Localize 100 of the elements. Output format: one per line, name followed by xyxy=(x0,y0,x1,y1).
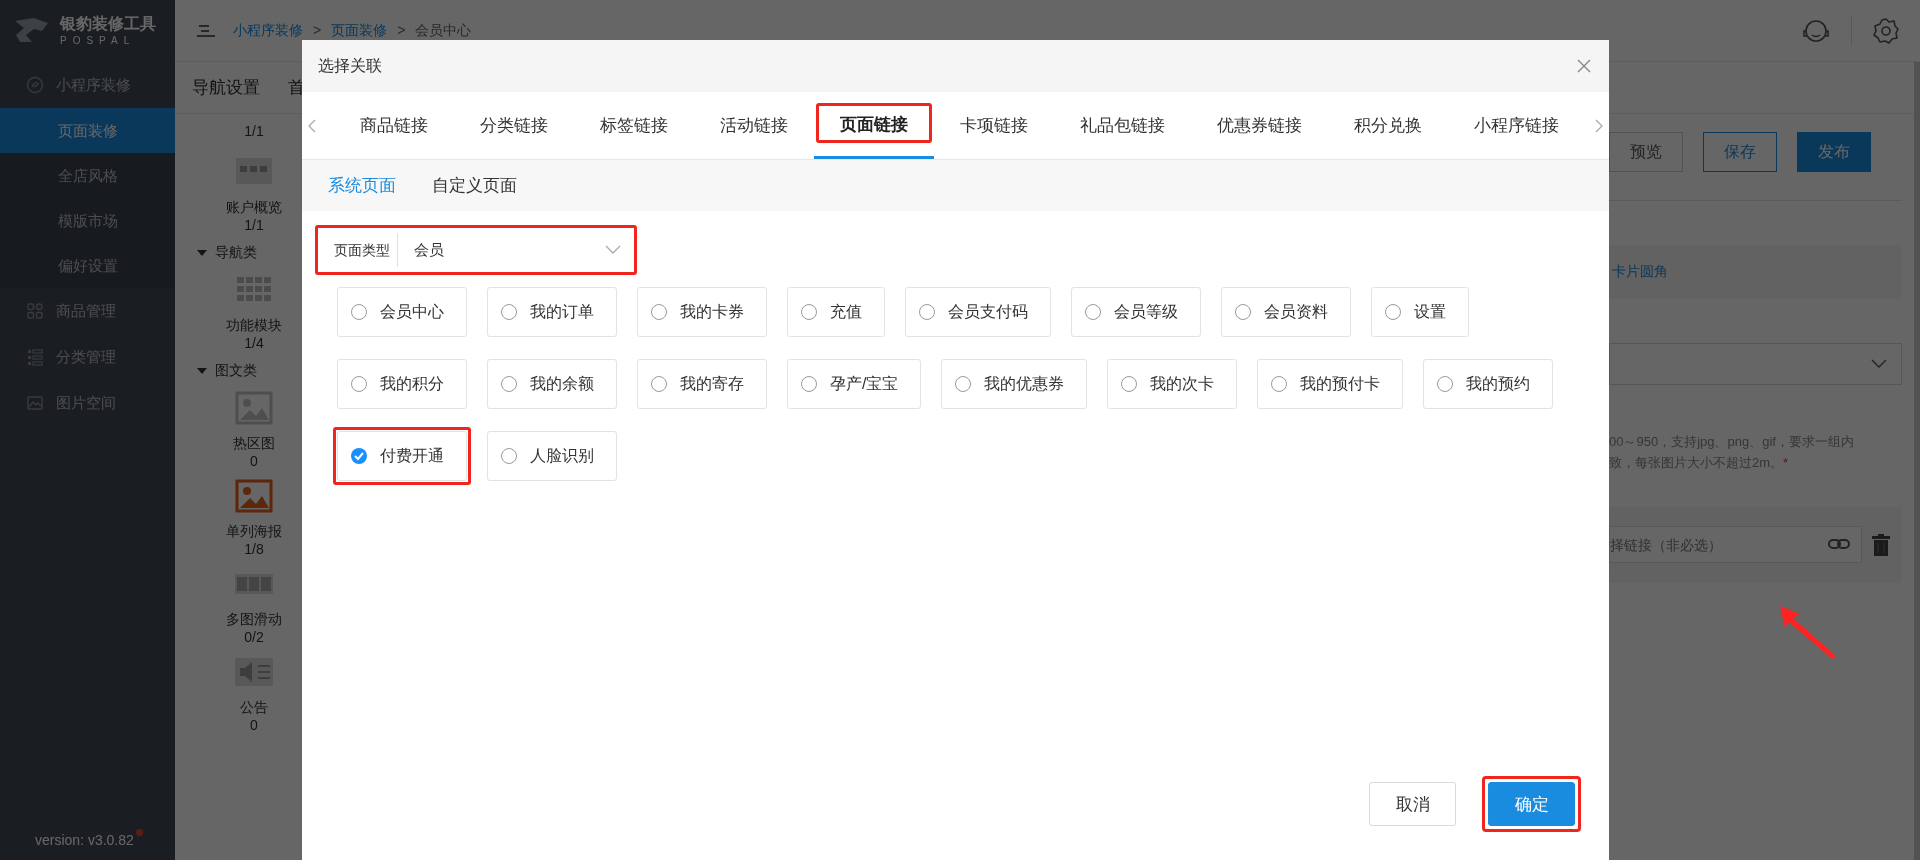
list-icon xyxy=(26,348,44,366)
tab[interactable]: 标签链接 xyxy=(574,92,694,159)
radio-option[interactable]: 充值 xyxy=(787,287,885,337)
option-label: 我的订单 xyxy=(530,301,594,322)
breadcrumb-separator: > xyxy=(397,21,406,40)
radio-option[interactable]: 我的余额 xyxy=(487,359,617,409)
option-label: 我的预付卡 xyxy=(1300,373,1381,394)
radio-button[interactable] xyxy=(918,303,936,321)
radio-option[interactable]: 会员支付码 xyxy=(905,287,1051,337)
radio-option[interactable]: 我的卡券 xyxy=(637,287,767,337)
radio-button[interactable] xyxy=(1120,375,1139,393)
spiral-icon xyxy=(26,76,44,94)
component-count: 0 xyxy=(250,716,258,734)
component-label: 多图滑动 xyxy=(226,610,282,628)
option-label: 我的优惠券 xyxy=(984,373,1065,394)
chevron-right-icon xyxy=(1595,118,1603,133)
logo-text: 银豹装修工具 xyxy=(60,14,156,34)
page-type-select[interactable]: 页面类型 会员 xyxy=(315,225,637,275)
component-label: 功能模块 xyxy=(226,316,282,334)
component-label: 热区图 xyxy=(233,434,275,452)
option-label: 我的余额 xyxy=(530,373,594,394)
breadcrumb-current: 会员中心 xyxy=(415,21,472,40)
component-label: 公告 xyxy=(240,698,268,716)
chevron-left-icon xyxy=(308,118,316,133)
option-label: 我的次卡 xyxy=(1150,373,1215,394)
annotation-arrow xyxy=(1780,606,1836,659)
radio-button[interactable] xyxy=(650,375,668,393)
component-label: 单列海报 xyxy=(226,522,282,540)
subtab[interactable]: 自定义页面 xyxy=(432,174,517,197)
option-label: 我的积分 xyxy=(380,373,444,394)
chevron-down-icon xyxy=(605,245,621,255)
chevron-down-icon xyxy=(1871,359,1887,369)
radio-button[interactable] xyxy=(350,447,368,465)
radio-option[interactable]: 我的积分 xyxy=(337,359,467,409)
option-label: 人脸识别 xyxy=(530,445,594,466)
tab[interactable]: 小程序链接 xyxy=(1448,92,1585,159)
radio-option[interactable]: 会员资料 xyxy=(1221,287,1351,337)
tab[interactable]: 商品链接 xyxy=(334,92,454,159)
radio-option[interactable]: 我的订单 xyxy=(487,287,617,337)
radio-button[interactable] xyxy=(1270,375,1289,393)
close-icon[interactable] xyxy=(1577,59,1591,73)
option-label: 会员中心 xyxy=(380,301,444,322)
radio-option[interactable]: 我的次卡 xyxy=(1107,359,1238,409)
tab[interactable]: 分类链接 xyxy=(454,92,574,159)
select-field[interactable] xyxy=(1609,343,1902,385)
menu-icon xyxy=(197,23,215,38)
radio-option[interactable]: 会员等级 xyxy=(1071,287,1201,337)
radio-button[interactable] xyxy=(1234,303,1252,321)
cancel-button[interactable]: 取消 xyxy=(1369,782,1456,826)
image-icon xyxy=(26,394,44,412)
image-icon[interactable] xyxy=(234,390,274,426)
radio-button[interactable] xyxy=(500,375,518,393)
option-label: 我的预约 xyxy=(1466,373,1531,394)
radio-option[interactable]: 我的寄存 xyxy=(637,359,767,409)
option-label: 我的卡券 xyxy=(680,301,744,322)
version-text: version: v3.0.82 xyxy=(35,832,134,848)
breadcrumb-separator: > xyxy=(313,21,322,40)
select-label: 页面类型 xyxy=(334,233,398,267)
tab[interactable]: 礼品包链接 xyxy=(1054,92,1191,159)
link-icon xyxy=(1828,538,1850,550)
radio-option[interactable]: 我的优惠券 xyxy=(941,359,1088,409)
option-label: 孕产/宝宝 xyxy=(830,373,899,394)
dialog-title: 选择关联 xyxy=(318,55,382,76)
option-label: 充值 xyxy=(830,301,862,322)
component-count: 0 xyxy=(250,452,258,470)
image-icon[interactable] xyxy=(234,478,274,514)
radio-option[interactable]: 设置 xyxy=(1371,287,1469,337)
tab[interactable]: 活动链接 xyxy=(694,92,814,159)
radio-option[interactable]: 孕产/宝宝 xyxy=(787,359,922,409)
grid-icon xyxy=(26,302,44,320)
component-count: 1/1 xyxy=(244,216,264,234)
radio-option[interactable]: 我的预付卡 xyxy=(1257,359,1404,409)
option-label: 我的寄存 xyxy=(680,373,744,394)
radio-button[interactable] xyxy=(954,375,973,393)
logo-subtext: POSPAL xyxy=(60,35,137,46)
option-label: 会员资料 xyxy=(1264,301,1328,322)
radio-button[interactable] xyxy=(1084,303,1102,321)
radio-option[interactable]: 人脸识别 xyxy=(487,431,617,481)
radio-button[interactable] xyxy=(1436,375,1455,393)
radio-button[interactable] xyxy=(650,303,668,321)
radio-button[interactable] xyxy=(1384,303,1402,321)
option-label: 会员等级 xyxy=(1114,301,1178,322)
component-label: 账户概览 xyxy=(226,198,282,216)
radio-button[interactable] xyxy=(350,303,368,321)
radio-button[interactable] xyxy=(500,447,518,465)
radio-option[interactable]: 我的预约 xyxy=(1423,359,1554,409)
tab[interactable]: 积分兑换 xyxy=(1328,92,1448,159)
tab[interactable]: 优惠券链接 xyxy=(1191,92,1328,159)
tab[interactable]: 卡项链接 xyxy=(934,92,1054,159)
radio-button[interactable] xyxy=(350,375,368,393)
radio-button[interactable] xyxy=(500,303,518,321)
radio-button[interactable] xyxy=(800,303,818,321)
confirm-button[interactable]: 确定 xyxy=(1488,782,1575,826)
option-label: 设置 xyxy=(1414,301,1446,322)
option-label: 会员支付码 xyxy=(948,301,1028,322)
select-value: 会员 xyxy=(413,240,445,260)
option-label: 付费开通 xyxy=(380,445,444,466)
settings-icon xyxy=(1872,16,1900,45)
radio-option[interactable]: 会员中心 xyxy=(337,287,467,337)
radio-button[interactable] xyxy=(800,375,818,393)
